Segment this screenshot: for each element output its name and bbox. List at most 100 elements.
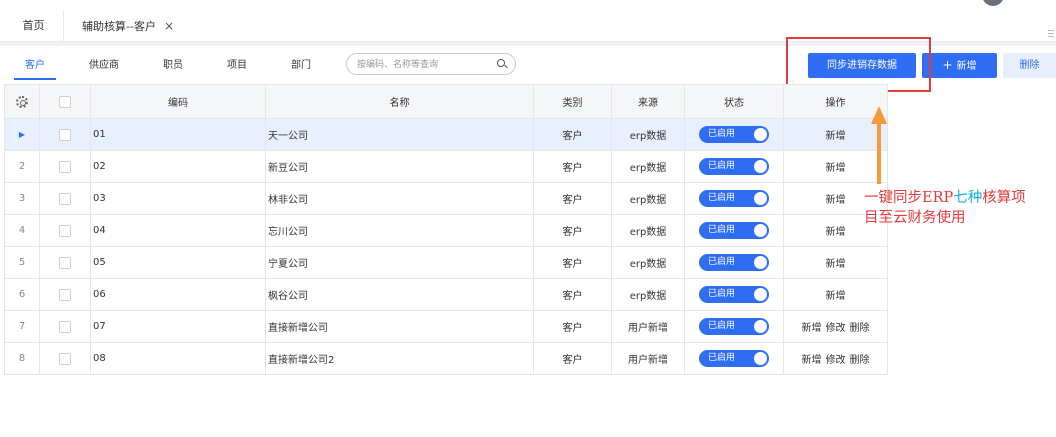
cell-source: erp数据 xyxy=(611,182,685,215)
add-button-label: 新增 xyxy=(956,61,977,72)
row-action-1[interactable]: 修改 xyxy=(826,323,846,334)
close-icon[interactable]: × xyxy=(164,10,174,42)
status-toggle[interactable]: 已启用 xyxy=(699,158,769,175)
cell-name: 枫谷公司 xyxy=(265,278,534,311)
toggle-knob xyxy=(754,192,767,205)
row-action-1[interactable]: 修改 xyxy=(826,355,846,366)
status-toggle[interactable]: 已启用 xyxy=(699,222,769,239)
toggle-knob xyxy=(754,288,767,301)
table-header: 编码 名称 类别 来源 状态 操作 xyxy=(4,84,888,119)
table-row[interactable]: 4 04 忘川公司 客户 erp数据 已启用 新增 xyxy=(4,214,888,247)
header-name: 名称 xyxy=(265,84,534,119)
tab-aux-accounting-customer[interactable]: 辅助核算--客户 × xyxy=(80,10,174,42)
status-label: 已启用 xyxy=(708,193,736,203)
cell-code: 06 xyxy=(90,278,266,311)
search-icon[interactable] xyxy=(497,59,505,67)
status-toggle[interactable]: 已启用 xyxy=(699,318,769,335)
add-button[interactable]: + 新增 xyxy=(922,53,997,78)
delete-button[interactable]: 删除 xyxy=(1003,53,1056,78)
status-toggle[interactable]: 已启用 xyxy=(699,190,769,207)
cell-name: 忘川公司 xyxy=(265,214,534,247)
table-row[interactable]: 8 08 直接新增公司2 客户 用户新增 已启用 新增 修改 删除 xyxy=(4,342,888,375)
row-index: 8 xyxy=(18,353,26,364)
more-icon[interactable] xyxy=(1048,30,1054,38)
plus-icon: + xyxy=(942,58,953,72)
toggle-knob xyxy=(754,320,767,333)
row-action-0[interactable]: 新增 xyxy=(826,131,846,142)
tab-staff[interactable]: 职员 xyxy=(160,56,186,76)
row-checkbox[interactable] xyxy=(59,352,71,365)
tab-supplier[interactable]: 供应商 xyxy=(86,56,122,76)
cell-source: erp数据 xyxy=(611,278,685,311)
row-index: 7 xyxy=(18,321,26,332)
cell-category: 客户 xyxy=(533,214,612,247)
row-action-0[interactable]: 新增 xyxy=(826,227,846,238)
row-checkbox[interactable] xyxy=(59,320,71,333)
status-label: 已启用 xyxy=(708,353,736,363)
row-action-0[interactable]: 新增 xyxy=(826,195,846,206)
row-index: 3 xyxy=(18,193,26,204)
table-row[interactable]: 5 05 宁夏公司 客户 erp数据 已启用 新增 xyxy=(4,246,888,279)
cell-source: erp数据 xyxy=(611,214,685,247)
table-row[interactable]: ▶ 01 天一公司 客户 erp数据 已启用 新增 xyxy=(4,118,888,151)
row-action-0[interactable]: 新增 xyxy=(802,355,822,366)
cell-category: 客户 xyxy=(533,278,612,311)
tab-department[interactable]: 部门 xyxy=(288,56,314,76)
column-settings[interactable] xyxy=(4,84,40,119)
row-index: 4 xyxy=(18,225,26,236)
row-index: 5 xyxy=(18,257,26,268)
row-index: ▶ xyxy=(18,130,26,139)
status-label: 已启用 xyxy=(708,129,736,139)
cell-name: 直接新增公司 xyxy=(265,310,534,343)
status-toggle[interactable]: 已启用 xyxy=(699,126,769,143)
cell-name: 直接新增公司2 xyxy=(265,342,534,375)
search-input[interactable] xyxy=(357,57,492,72)
row-checkbox[interactable] xyxy=(59,128,71,141)
table-row[interactable]: 7 07 直接新增公司 客户 用户新增 已启用 新增 修改 删除 xyxy=(4,310,888,343)
row-action-0[interactable]: 新增 xyxy=(802,323,822,334)
row-checkbox[interactable] xyxy=(59,288,71,301)
toggle-knob xyxy=(754,128,767,141)
cell-source: 用户新增 xyxy=(611,342,685,375)
row-index: 6 xyxy=(18,289,26,300)
row-action-0[interactable]: 新增 xyxy=(826,259,846,270)
row-action-0[interactable]: 新增 xyxy=(826,291,846,302)
header-status: 状态 xyxy=(684,84,784,119)
status-label: 已启用 xyxy=(708,321,736,331)
cell-category: 客户 xyxy=(533,182,612,215)
cell-code: 03 xyxy=(90,182,266,215)
annotation-text: 一键同步ERP七种核算项 目至云财务使用 xyxy=(864,188,1056,228)
tab-project[interactable]: 项目 xyxy=(224,56,250,76)
table-row[interactable]: 6 06 枫谷公司 客户 erp数据 已启用 新增 xyxy=(4,278,888,311)
cell-actions: 新增 xyxy=(783,278,888,311)
annotation-highlight: 七种 xyxy=(953,190,983,206)
tab-customer[interactable]: 客户 xyxy=(14,56,56,80)
row-checkbox[interactable] xyxy=(59,256,71,269)
status-toggle[interactable]: 已启用 xyxy=(699,254,769,271)
status-label: 已启用 xyxy=(708,289,736,299)
row-checkbox[interactable] xyxy=(59,160,71,173)
cell-name: 新豆公司 xyxy=(265,150,534,183)
row-action-2[interactable]: 删除 xyxy=(850,323,870,334)
table-row[interactable]: 2 02 新豆公司 客户 erp数据 已启用 新增 xyxy=(4,150,888,183)
cell-category: 客户 xyxy=(533,150,612,183)
tab-home[interactable]: 首页 xyxy=(4,10,64,42)
header-category: 类别 xyxy=(533,84,612,119)
row-action-2[interactable]: 删除 xyxy=(850,355,870,366)
row-action-0[interactable]: 新增 xyxy=(826,163,846,174)
status-toggle[interactable]: 已启用 xyxy=(699,286,769,303)
select-all-checkbox[interactable] xyxy=(59,95,71,108)
cell-category: 客户 xyxy=(533,246,612,279)
toggle-knob xyxy=(754,352,767,365)
gear-icon[interactable] xyxy=(16,95,28,108)
cell-name: 宁夏公司 xyxy=(265,246,534,279)
cell-actions: 新增 修改 删除 xyxy=(783,310,888,343)
table-row[interactable]: 3 03 林非公司 客户 erp数据 已启用 新增 xyxy=(4,182,888,215)
cell-code: 05 xyxy=(90,246,266,279)
toggle-knob xyxy=(754,256,767,269)
cell-actions: 新增 修改 删除 xyxy=(783,342,888,375)
row-checkbox[interactable] xyxy=(59,224,71,237)
cell-code: 08 xyxy=(90,342,266,375)
status-toggle[interactable]: 已启用 xyxy=(699,350,769,367)
row-checkbox[interactable] xyxy=(59,192,71,205)
